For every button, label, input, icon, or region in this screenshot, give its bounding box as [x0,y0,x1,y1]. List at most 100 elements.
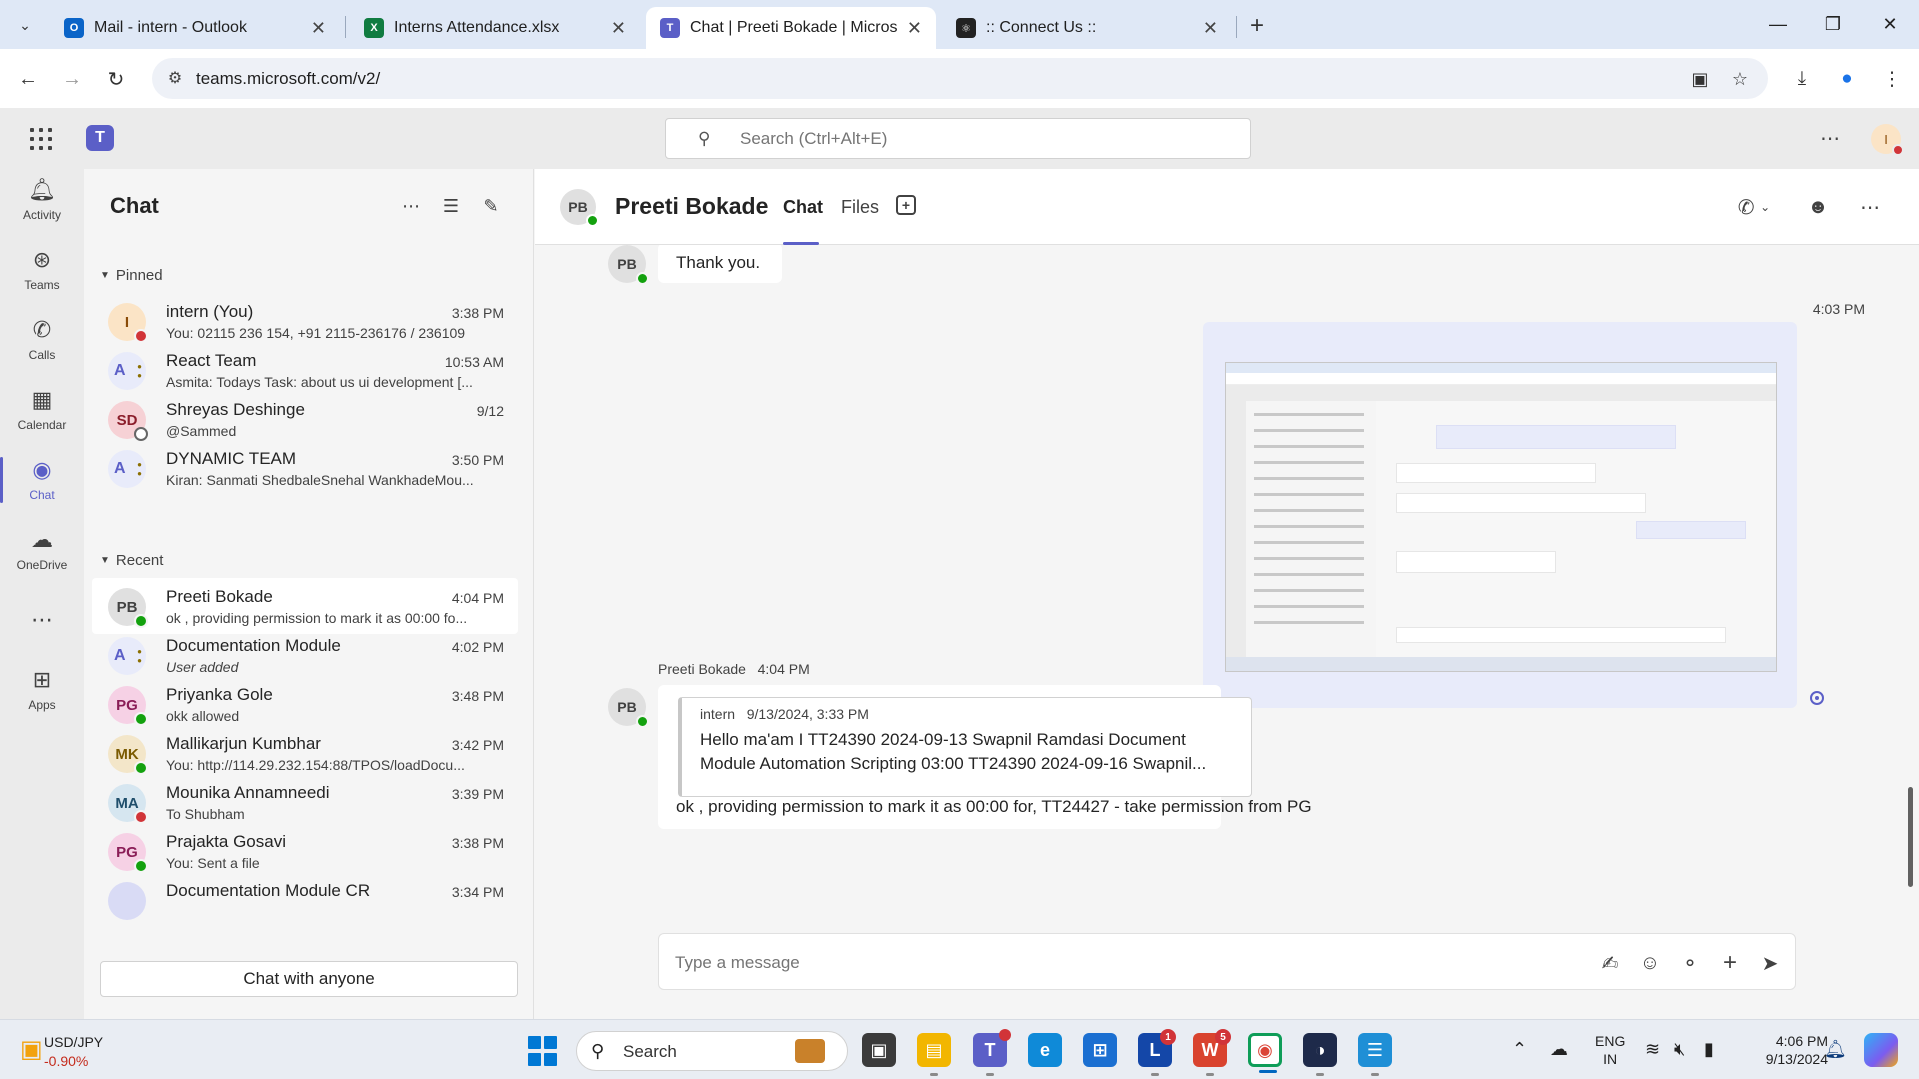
seen-eye-icon [1810,691,1824,705]
url-text: teams.microsoft.com/v2/ [196,69,381,88]
avatar-initials: PG [116,696,138,714]
my-image-message[interactable] [1203,322,1797,708]
wps-office-icon[interactable]: W5 [1193,1029,1231,1076]
bookmark-star-icon[interactable]: ☆ [1728,67,1752,91]
sender-avatar[interactable]: PB [608,245,649,285]
copilot-icon[interactable] [1864,1033,1898,1067]
taskbar-search-box[interactable]: ⚲ Search [576,1031,848,1071]
rail-item-apps[interactable]: ⊞ Apps [0,659,84,721]
rail-more-apps-icon[interactable]: ⋯ [0,589,84,651]
input-language-indicator[interactable]: ENG IN [1595,1032,1625,1068]
microsoft-store-icon[interactable]: ⊞ [1083,1033,1117,1067]
chat-icon: ◉ [32,457,52,482]
close-tab-icon[interactable]: ✕ [1203,18,1218,39]
chat-list-item[interactable]: PG Prajakta Gosavi 3:38 PM You: Sent a file [92,823,518,879]
volume-muted-icon[interactable]: 🔇︎ [1674,1039,1685,1060]
chat-name: Prajakta Gosavi [166,832,286,851]
teams-search-box[interactable]: ⚲ [665,118,1251,159]
chat-list-item[interactable]: MA Mounika Annamneedi 3:39 PM To Shubham [92,774,518,830]
my-avatar[interactable]: I [1871,124,1904,156]
send-icon[interactable]: ➤ [1756,949,1784,977]
message-bubble[interactable]: Thank you. [658,245,782,283]
chat-preview: ok , providing permission to mark it as … [166,610,468,626]
file-explorer-icon[interactable]: ▤ [917,1033,951,1076]
browser-tab-teams[interactable]: T Chat | Preeti Bokade | Microsoft ✕ [646,7,936,49]
chat-list-item[interactable]: PB Preeti Bokade 4:04 PM ok , providing per… [92,578,518,634]
eclipse-ide-icon[interactable]: ◑ [1303,1033,1337,1076]
restore-icon[interactable]: ❐ [1813,8,1853,40]
edge-browser-icon[interactable]: e [1028,1033,1062,1067]
omnibox[interactable]: ⚙ teams.microsoft.com/v2/ ▣ ☆ [152,58,1768,99]
rail-label: Calls [28,348,56,362]
close-tab-icon[interactable]: ✕ [611,18,626,39]
profile-icon[interactable]: ● [1831,63,1863,95]
rail-item-teams[interactable]: ⊛ Teams [0,239,84,301]
close-tab-icon[interactable]: ✕ [907,18,922,39]
onedrive-offline-icon[interactable]: ☁︎ [1550,1039,1568,1060]
tab-title: Mail - intern - Outlook [94,19,247,36]
attach-plus-icon[interactable]: + [1716,949,1744,977]
forward-arrow-icon[interactable]: → [56,63,88,95]
wifi-icon[interactable]: ≋ [1645,1039,1660,1060]
download-icon[interactable]: ⤓ [1786,63,1818,95]
message-composer-box[interactable]: ✍ ☺ ⚬ + ➤ [658,933,1796,990]
format-text-icon[interactable]: ✍ [1596,949,1624,977]
new-tab-plus-icon[interactable]: + [1242,11,1272,41]
rail-item-calendar[interactable]: ▦ Calendar [0,379,84,441]
minimize-icon[interactable]: — [1758,8,1798,40]
message-input[interactable] [675,951,1375,975]
rail-item-onedrive[interactable]: ☁︎ OneDrive [0,519,84,581]
reply-message-bubble[interactable]: intern 9/13/2024, 3:33 PM Hello ma'am I … [658,685,1312,829]
chat-list-item[interactable]: Documentation Module CR 3:34 PM [92,872,518,928]
rail-item-activity[interactable]: 🔔︎ Activity [0,169,84,231]
teams-taskbar-icon[interactable]: T [973,1029,1011,1076]
chat-list-item[interactable]: PG Priyanka Gole 3:48 PM okk allowed [92,676,518,732]
start-windows-icon[interactable] [528,1036,558,1066]
loop-component-icon[interactable]: ⚬ [1676,949,1704,977]
more-options-icon[interactable]: ⋯ [1855,193,1885,221]
chat-time: 3:39 PM [451,786,504,802]
quoted-message[interactable]: intern 9/13/2024, 3:33 PM Hello ma'am I … [678,697,1252,797]
sender-avatar[interactable]: PB [608,688,649,728]
emoji-icon[interactable]: ☺ [1636,949,1664,977]
browser-tab-excel[interactable]: X Interns Attendance.xlsx ✕ [350,7,640,49]
l-app-icon[interactable]: L1 [1138,1029,1176,1076]
chrome-browser-icon[interactable]: ◉ [1248,1033,1282,1073]
chat-name: Mallikarjun Kumbhar [166,734,321,753]
rail-item-calls[interactable]: ✆ Calls [0,309,84,371]
rail-item-chat[interactable]: ◉ Chat [0,449,84,511]
site-info-tune-icon[interactable]: ⚙ [164,67,186,89]
reload-icon[interactable]: ↻ [100,63,132,95]
task-view-icon[interactable]: ▣ [862,1033,896,1067]
browser-tab-connect-us[interactable]: ⚛ :: Connect Us :: ✕ [942,7,1232,49]
add-people-icon[interactable]: ☻ [1803,193,1833,221]
message-scrollbar-thumb[interactable] [1908,787,1913,887]
close-window-icon[interactable]: ✕ [1870,8,1910,40]
tab-chat[interactable]: Chat [783,197,823,218]
show-hidden-icons-chevron-icon[interactable]: ⌃ [1512,1039,1527,1060]
tab-search-chevron-icon[interactable]: ⌄ [12,12,38,38]
browser-menu-icon[interactable]: ⋮ [1876,63,1908,95]
back-arrow-icon[interactable]: ← [12,63,44,95]
chat-list-item[interactable]: A ● ● Documentation Module 4:02 PM User added [92,627,518,683]
contact-avatar[interactable]: PB [560,189,599,227]
call-dropdown-phone-icon[interactable]: ✆ ⌄ [1729,193,1779,221]
install-app-icon[interactable]: ▣ [1688,67,1712,91]
contact-name[interactable]: Preeti Bokade [615,193,768,220]
tab-files[interactable]: Files [841,197,879,218]
teams-search-input[interactable] [740,128,1220,150]
app-rail: 🔔︎ Activity ⊛ Teams ✆ Calls ▦ Calendar ◉… [0,169,84,1019]
screenshot-image[interactable] [1225,362,1777,672]
system-clock[interactable]: 4:06 PM 9/13/2024 [1758,1032,1828,1068]
browser-tab-outlook[interactable]: O Mail - intern - Outlook ✕ [50,7,340,49]
chat-with-anyone-button[interactable]: Chat with anyone [100,961,518,997]
notifications-bell-icon[interactable]: 🔔︎ [1824,1039,1847,1060]
settings-more-icon[interactable]: ⋯ [1820,126,1841,151]
app-launcher-waffle-icon[interactable] [30,128,52,150]
add-tab-plus-icon[interactable]: + [896,195,916,215]
chat-list-item[interactable]: MK Mallikarjun Kumbhar 3:42 PM You: http://… [92,725,518,781]
battery-icon[interactable]: ▮ [1704,1039,1714,1060]
tab-title: Chat | Preeti Bokade | Microsoft [690,19,897,36]
notepad-icon[interactable]: ☰ [1358,1033,1392,1076]
close-tab-icon[interactable]: ✕ [311,18,326,39]
